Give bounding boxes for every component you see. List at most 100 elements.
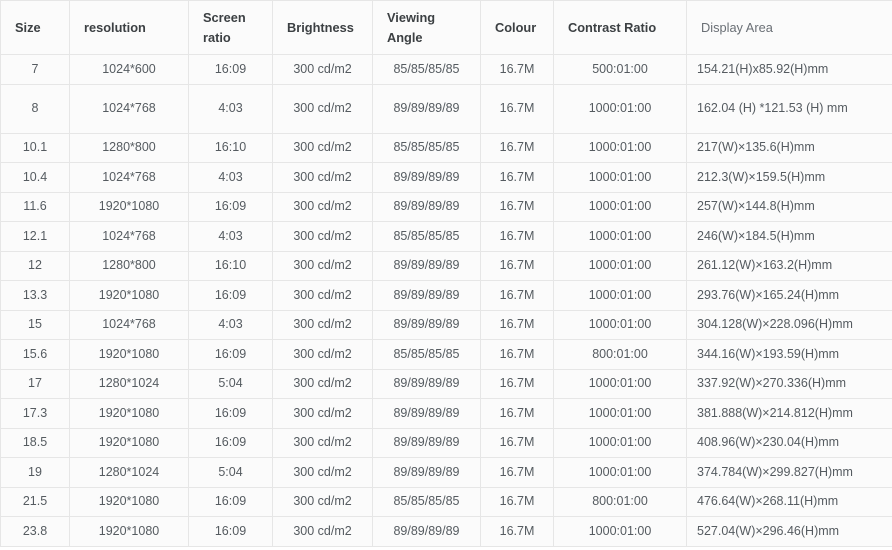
cell-colour: 16.7M	[480, 486, 554, 517]
cell-resolution: 1024*600	[69, 54, 189, 85]
column-header-brightness-label: Brightness	[287, 19, 354, 35]
cell-screen-ratio: 4:03	[188, 221, 273, 252]
cell-screen-ratio: 16:10	[188, 132, 273, 163]
cell-brightness: 300 cd/m2	[272, 221, 373, 252]
cell-display-area: 408.96(W)×230.04(H)mm	[686, 427, 892, 458]
cell-brightness: 300 cd/m2	[272, 280, 373, 311]
table-row: 11.6 1920*1080 16:09 300 cd/m2 89/89/89/89 16…	[0, 191, 892, 222]
cell-viewing-angle: 85/85/85/85	[372, 339, 481, 370]
cell-screen-ratio: 16:09	[188, 280, 273, 311]
table-row: 17.3 1920*1080 16:09 300 cd/m2 89/89/89/89 16…	[0, 398, 892, 429]
cell-viewing-angle: 89/89/89/89	[372, 280, 481, 311]
cell-size: 15.6	[0, 339, 70, 370]
cell-brightness: 300 cd/m2	[272, 54, 373, 85]
cell-contrast-ratio: 1000:01:00	[553, 457, 687, 488]
column-header-contrast-ratio: Contrast Ratio	[553, 0, 687, 55]
column-header-size-label: Size	[15, 19, 41, 35]
cell-display-area: 162.04 (H) *121.53 (H) mm	[686, 83, 892, 134]
cell-resolution: 1920*1080	[69, 486, 189, 517]
table-row: 10.4 1024*768 4:03 300 cd/m2 89/89/89/89 16.7…	[0, 162, 892, 193]
cell-contrast-ratio: 1000:01:00	[553, 398, 687, 429]
cell-size: 11.6	[0, 191, 70, 222]
cell-display-area: 381.888(W)×214.812(H)mm	[686, 398, 892, 429]
cell-resolution: 1920*1080	[69, 191, 189, 222]
cell-resolution: 1920*1080	[69, 516, 189, 547]
cell-colour: 16.7M	[480, 309, 554, 340]
cell-viewing-angle: 89/89/89/89	[372, 368, 481, 399]
cell-resolution: 1920*1080	[69, 339, 189, 370]
cell-contrast-ratio: 1000:01:00	[553, 368, 687, 399]
cell-colour: 16.7M	[480, 132, 554, 163]
table-row: 15.6 1920*1080 16:09 300 cd/m2 85/85/85/85 16…	[0, 339, 892, 370]
cell-colour: 16.7M	[480, 221, 554, 252]
cell-viewing-angle: 89/89/89/89	[372, 309, 481, 340]
column-header-resolution: resolution	[69, 0, 189, 55]
cell-colour: 16.7M	[480, 398, 554, 429]
cell-contrast-ratio: 1000:01:00	[553, 309, 687, 340]
cell-screen-ratio: 16:09	[188, 427, 273, 458]
cell-viewing-angle: 85/85/85/85	[372, 486, 481, 517]
cell-display-area: 476.64(W)×268.11(H)mm	[686, 486, 892, 517]
column-header-viewing-angle-label-line2: Angle	[387, 29, 423, 45]
table-row: 12 1280*800 16:10 300 cd/m2 89/89/89/89 16.7M…	[0, 250, 892, 281]
column-header-display-area: Display Area	[686, 0, 892, 55]
cell-viewing-angle: 89/89/89/89	[372, 191, 481, 222]
cell-resolution: 1024*768	[69, 162, 189, 193]
cell-size: 12.1	[0, 221, 70, 252]
cell-viewing-angle: 89/89/89/89	[372, 398, 481, 429]
cell-brightness: 300 cd/m2	[272, 83, 373, 134]
cell-display-area: 154.21(H)x85.92(H)mm	[686, 54, 892, 85]
cell-brightness: 300 cd/m2	[272, 427, 373, 458]
column-header-viewing-angle: Viewing Angle	[372, 0, 481, 55]
table-row: 7 1024*600 16:09 300 cd/m2 85/85/85/85 16.7M 5…	[0, 54, 892, 85]
column-header-colour: Colour	[480, 0, 554, 55]
cell-size: 17.3	[0, 398, 70, 429]
cell-size: 10.1	[0, 132, 70, 163]
cell-brightness: 300 cd/m2	[272, 457, 373, 488]
cell-colour: 16.7M	[480, 368, 554, 399]
table-row: 23.8 1920*1080 16:09 300 cd/m2 89/89/89/89 16…	[0, 516, 892, 547]
cell-resolution: 1280*800	[69, 250, 189, 281]
cell-display-area: 344.16(W)×193.59(H)mm	[686, 339, 892, 370]
table-header-row: Size resolution Screen ratio Brightness V…	[0, 0, 892, 55]
cell-size: 23.8	[0, 516, 70, 547]
cell-resolution: 1280*1024	[69, 368, 189, 399]
cell-size: 21.5	[0, 486, 70, 517]
cell-screen-ratio: 5:04	[188, 457, 273, 488]
cell-resolution: 1920*1080	[69, 398, 189, 429]
cell-display-area: 337.92(W)×270.336(H)mm	[686, 368, 892, 399]
cell-size: 18.5	[0, 427, 70, 458]
cell-screen-ratio: 16:10	[188, 250, 273, 281]
display-spec-table: Size resolution Screen ratio Brightness V…	[0, 0, 892, 547]
column-header-contrast-ratio-label: Contrast Ratio	[568, 19, 657, 35]
table-row: 10.1 1280*800 16:10 300 cd/m2 85/85/85/85 16.…	[0, 132, 892, 163]
cell-colour: 16.7M	[480, 427, 554, 458]
table-row: 8 1024*768 4:03 300 cd/m2 89/89/89/89 16.7M 10…	[0, 83, 892, 134]
cell-contrast-ratio: 1000:01:00	[553, 162, 687, 193]
cell-viewing-angle: 89/89/89/89	[372, 250, 481, 281]
table-row: 12.1 1024*768 4:03 300 cd/m2 85/85/85/85 16.7…	[0, 221, 892, 252]
cell-brightness: 300 cd/m2	[272, 250, 373, 281]
cell-colour: 16.7M	[480, 162, 554, 193]
cell-contrast-ratio: 1000:01:00	[553, 191, 687, 222]
cell-screen-ratio: 4:03	[188, 83, 273, 134]
cell-size: 19	[0, 457, 70, 488]
cell-screen-ratio: 16:09	[188, 339, 273, 370]
table-body: 7 1024*600 16:09 300 cd/m2 85/85/85/85 16.7M 5…	[0, 54, 892, 547]
cell-screen-ratio: 16:09	[188, 486, 273, 517]
column-header-screen-ratio-label-line1: Screen	[203, 10, 246, 26]
cell-viewing-angle: 85/85/85/85	[372, 54, 481, 85]
cell-contrast-ratio: 800:01:00	[553, 486, 687, 517]
cell-display-area: 212.3(W)×159.5(H)mm	[686, 162, 892, 193]
cell-display-area: 374.784(W)×299.827(H)mm	[686, 457, 892, 488]
cell-resolution: 1024*768	[69, 221, 189, 252]
cell-colour: 16.7M	[480, 280, 554, 311]
cell-viewing-angle: 89/89/89/89	[372, 457, 481, 488]
cell-viewing-angle: 85/85/85/85	[372, 221, 481, 252]
cell-resolution: 1024*768	[69, 83, 189, 134]
cell-display-area: 257(W)×144.8(H)mm	[686, 191, 892, 222]
cell-viewing-angle: 85/85/85/85	[372, 132, 481, 163]
cell-brightness: 300 cd/m2	[272, 398, 373, 429]
cell-display-area: 304.128(W)×228.096(H)mm	[686, 309, 892, 340]
cell-size: 8	[0, 83, 70, 134]
